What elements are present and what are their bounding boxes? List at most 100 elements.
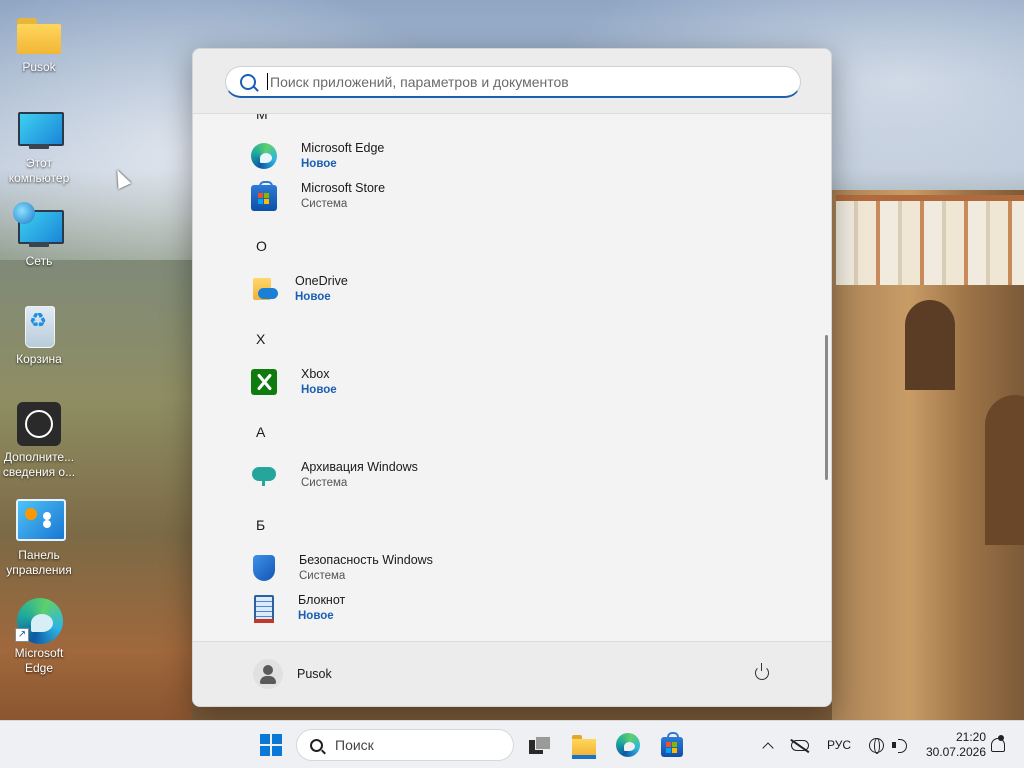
file-explorer-icon	[572, 735, 596, 759]
desktop-icon-control-panel[interactable]: Панель управления	[2, 498, 76, 578]
app-name: Архивация Windows	[301, 460, 418, 474]
desktop-icon-label: Корзина	[16, 352, 62, 366]
cloud-off-icon	[791, 739, 809, 751]
app-name: Xbox	[301, 367, 330, 381]
desktop-icon-label: Этот компьютер	[8, 156, 70, 185]
taskbar: Поиск РУС 21:20 30.07.2026	[0, 720, 1024, 768]
speaker-icon	[891, 738, 908, 753]
power-button[interactable]	[751, 662, 773, 684]
app-name: OneDrive	[295, 274, 348, 288]
power-icon	[755, 663, 769, 680]
network-icon	[13, 202, 64, 252]
store-taskbar-button[interactable]	[656, 729, 688, 761]
user-name: Pusok	[297, 667, 332, 681]
clock[interactable]: 21:20 30.07.2026	[916, 730, 986, 760]
task-view-button[interactable]	[524, 729, 556, 761]
app-name: Безопасность Windows	[299, 553, 433, 567]
wallpaper-town	[836, 195, 1024, 285]
backup-icon	[251, 462, 277, 488]
this-pc-icon	[15, 106, 64, 154]
clock-time: 21:20	[955, 730, 986, 744]
app-item-windows-backup[interactable]: Архивация Windows Система	[251, 455, 791, 495]
bell-icon	[991, 735, 1005, 752]
user-account-button[interactable]: Pusok	[253, 658, 332, 690]
wallpaper-bridge-arch-lower	[985, 395, 1024, 545]
start-search-area	[193, 49, 831, 114]
desktop-icon-pusok[interactable]: Pusok	[2, 10, 76, 75]
desktop-icon-info[interactable]: Дополните... сведения о...	[2, 400, 76, 480]
mouse-cursor-icon	[110, 166, 132, 190]
desktop-icon-recycle-bin[interactable]: ♻ Корзина	[2, 302, 76, 367]
globe-icon	[13, 202, 35, 224]
start-search-input[interactable]	[270, 73, 790, 90]
language-indicator[interactable]: РУС	[822, 729, 856, 761]
recycle-bin-icon: ♻	[15, 302, 63, 350]
letter-header-b[interactable]: Б	[256, 517, 265, 533]
letter-header-x[interactable]: X	[256, 331, 265, 347]
avatar	[253, 659, 283, 689]
edge-taskbar-button[interactable]	[612, 729, 644, 761]
show-hidden-icons-button[interactable]	[758, 729, 778, 761]
start-menu-footer: Pusok	[193, 641, 831, 706]
network-volume-button[interactable]	[864, 729, 912, 761]
desktop-icon-network[interactable]: Сеть	[2, 202, 76, 269]
start-menu: M Microsoft Edge Новое Microsoft Store С…	[192, 48, 832, 707]
onedrive-icon	[253, 278, 278, 300]
letter-header-a[interactable]: А	[256, 424, 265, 440]
app-status: Новое	[295, 291, 331, 303]
app-list-scrollbar[interactable]	[825, 335, 828, 480]
control-panel-icon	[15, 498, 66, 546]
app-item-notepad[interactable]: Блокнот Новое	[251, 588, 791, 628]
app-status: Система	[301, 477, 348, 489]
shortcut-arrow-icon: ↗	[15, 628, 29, 642]
app-status: Система	[301, 198, 348, 210]
shield-icon	[253, 555, 275, 581]
edge-icon	[251, 143, 277, 169]
windows-logo-icon	[260, 734, 282, 756]
folder-icon	[15, 10, 63, 58]
app-status: Система	[299, 570, 346, 582]
task-view-icon	[529, 736, 551, 754]
info-icon	[15, 400, 63, 448]
desktop-icon-label: Pusok	[22, 60, 56, 74]
app-status: Новое	[301, 158, 337, 170]
notepad-icon	[254, 595, 274, 623]
start-button[interactable]	[255, 729, 287, 761]
app-name: Блокнот	[298, 593, 346, 607]
notifications-button[interactable]	[988, 729, 1008, 761]
xbox-icon	[251, 369, 277, 395]
letter-header-m[interactable]: M	[256, 114, 268, 122]
taskbar-search-label: Поиск	[335, 737, 374, 753]
store-icon	[661, 732, 683, 757]
letter-header-o[interactable]: O	[256, 238, 267, 254]
file-explorer-button[interactable]	[568, 729, 600, 761]
text-caret	[267, 73, 268, 90]
app-item-microsoft-edge[interactable]: Microsoft Edge Новое	[251, 136, 791, 176]
app-name: Microsoft Edge	[301, 141, 385, 155]
edge-icon: ↗	[15, 596, 63, 644]
search-icon	[240, 73, 256, 90]
clock-date: 30.07.2026	[925, 745, 986, 759]
app-item-microsoft-store[interactable]: Microsoft Store Система	[251, 176, 791, 216]
chevron-up-icon	[762, 741, 774, 754]
desktop-icon-this-pc[interactable]: Этот компьютер	[2, 106, 76, 186]
desktop-icon-label: Панель управления	[6, 548, 72, 577]
app-item-windows-security[interactable]: Безопасность Windows Система	[251, 548, 791, 588]
onedrive-tray-button[interactable]	[788, 729, 812, 761]
search-icon	[310, 738, 323, 752]
desktop-icon-label: Microsoft Edge	[14, 646, 64, 675]
desktop-icon-edge[interactable]: ↗ Microsoft Edge	[2, 596, 76, 676]
store-icon	[251, 181, 277, 211]
start-search-box[interactable]	[225, 66, 801, 98]
all-apps-list: M Microsoft Edge Новое Microsoft Store С…	[193, 114, 831, 644]
wallpaper-bridge-arch	[905, 300, 955, 390]
app-status: Новое	[301, 384, 337, 396]
globe-icon	[868, 737, 884, 754]
app-item-onedrive[interactable]: OneDrive Новое	[251, 269, 791, 309]
app-name: Microsoft Store	[301, 181, 386, 195]
desktop-icon-label: Дополните... сведения о...	[2, 450, 76, 479]
app-item-xbox[interactable]: Xbox Новое	[251, 362, 791, 402]
edge-icon	[616, 733, 640, 757]
taskbar-search[interactable]: Поиск	[296, 729, 514, 761]
app-status: Новое	[298, 610, 334, 622]
